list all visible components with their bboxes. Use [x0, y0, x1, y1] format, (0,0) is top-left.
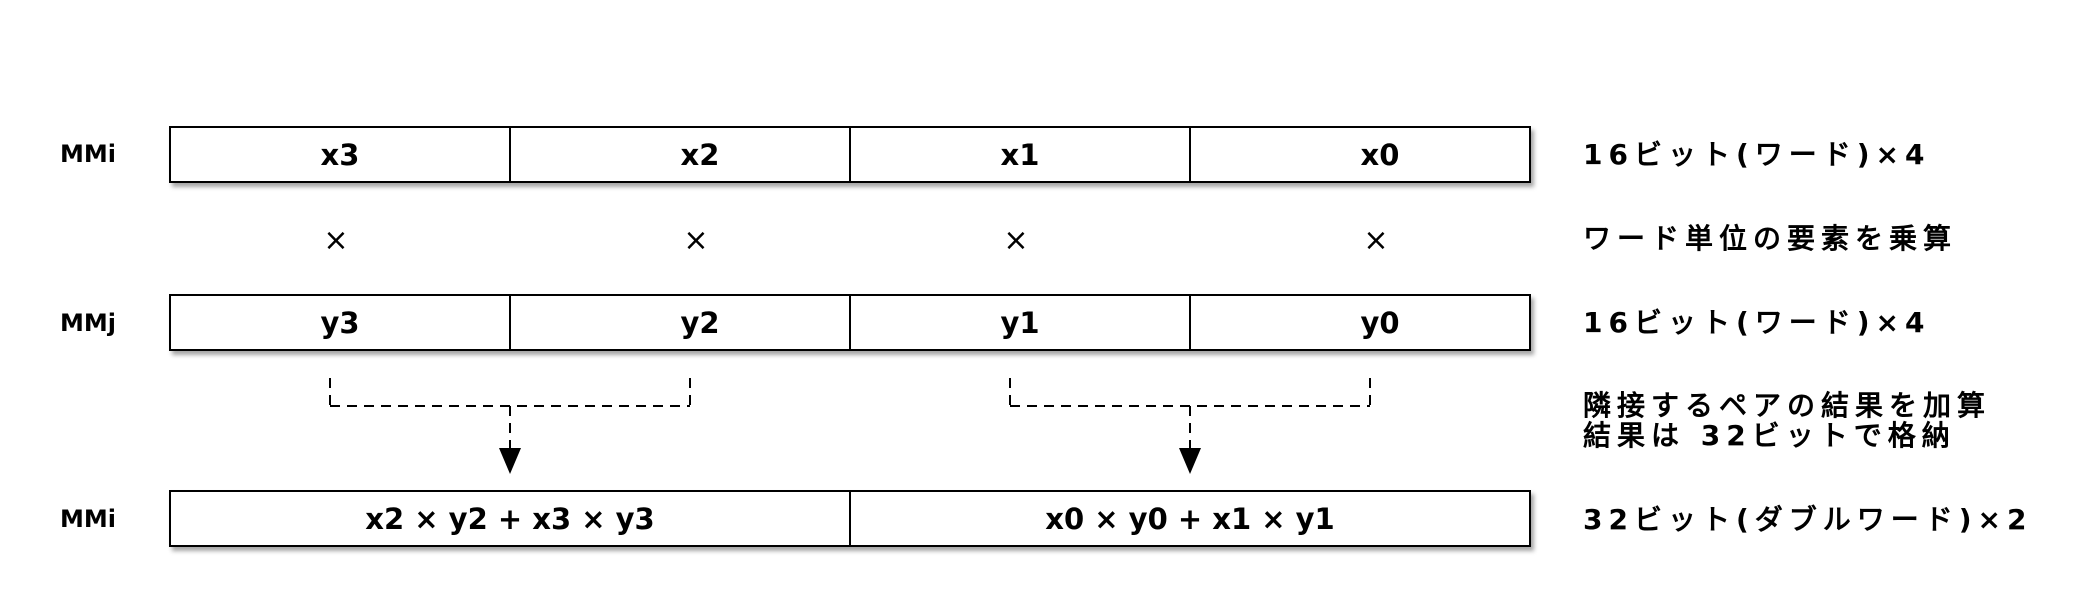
note-result-format: 32ビット(ダブルワード)×2	[1583, 503, 2033, 536]
cell-x2: x2	[681, 138, 720, 172]
cell-result-low: x0 × y0 + x1 × y1	[1045, 502, 1334, 536]
register-label-mmj: MMj	[60, 309, 116, 337]
multiply-op: ×	[683, 223, 708, 258]
pmaddwd-diagram: MMi MMj MMi x3 x2 x1 x0 × × × × y3 y2 y1…	[60, 126, 2033, 547]
register-label-mmi-top: MMi	[60, 140, 116, 168]
cell-result-high: x2 × y2 + x3 × y3	[365, 502, 654, 536]
cell-x3: x3	[321, 138, 360, 172]
cell-x1: x1	[1001, 138, 1040, 172]
cell-y2: y2	[680, 306, 719, 340]
multiply-op: ×	[323, 223, 348, 258]
cell-y3: y3	[320, 306, 359, 340]
register-row-result: x2 × y2 + x3 × y3 x0 × y0 + x1 × y1	[169, 490, 1531, 547]
note-x-format: 16ビット(ワード)×4	[1583, 138, 1931, 171]
note-multiply: ワード単位の要素を乗算	[1583, 222, 1957, 255]
cell-x0: x0	[1361, 138, 1400, 172]
cell-y0: y0	[1360, 306, 1399, 340]
register-row-x: x3 x2 x1 x0	[169, 126, 1531, 183]
note-add-line1: 隣接するペアの結果を加算	[1583, 389, 1991, 422]
arrow-down-icon	[499, 448, 521, 474]
pair-bracket-left	[329, 378, 691, 450]
multiply-op: ×	[1363, 223, 1388, 258]
register-row-y: y3 y2 y1 y0	[169, 294, 1531, 351]
pair-bracket-right	[1009, 378, 1371, 450]
register-label-mmi-result: MMi	[60, 505, 116, 533]
arrow-down-icon	[1179, 448, 1201, 474]
note-add-line2: 結果は 32ビットで格納	[1583, 419, 1956, 452]
multiply-op: ×	[1003, 223, 1028, 258]
cell-y1: y1	[1000, 306, 1039, 340]
note-y-format: 16ビット(ワード)×4	[1583, 306, 1931, 339]
